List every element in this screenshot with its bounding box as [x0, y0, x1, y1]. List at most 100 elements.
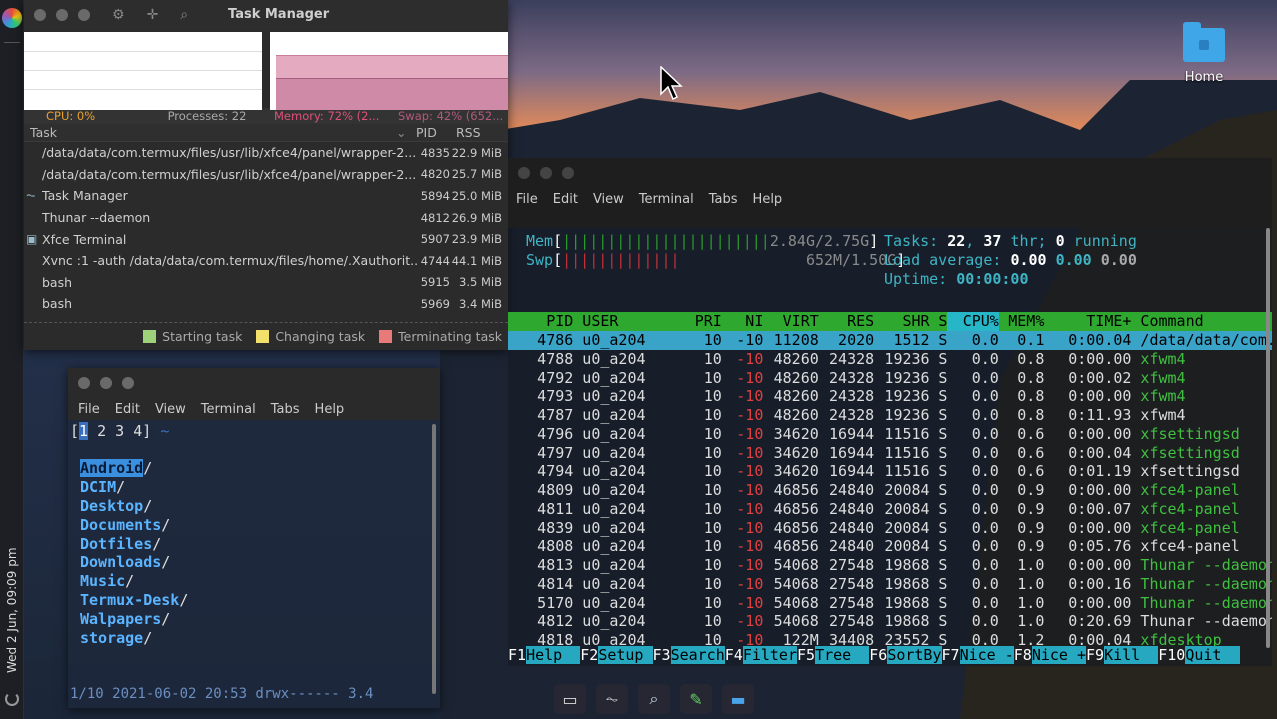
directory-item[interactable]: DCIM/ [80, 478, 440, 497]
column-shr[interactable]: SHR [874, 312, 929, 331]
fkey-f6[interactable]: F6SortBy [869, 646, 942, 665]
task-row[interactable]: bash 5915 3.5 MiB [24, 272, 508, 294]
menu-help[interactable]: Help [753, 192, 783, 207]
tab-2[interactable]: 2 [97, 422, 106, 440]
menu-tabs[interactable]: Tabs [271, 402, 300, 417]
tab-3[interactable]: 3 [115, 422, 124, 440]
minimize-button[interactable] [540, 167, 552, 179]
column-task[interactable]: Task [24, 125, 396, 140]
close-button[interactable] [78, 377, 90, 389]
fkey-f10[interactable]: F10Quit [1158, 646, 1240, 665]
fkey-f3[interactable]: F3Search [653, 646, 725, 665]
process-row[interactable]: 4794 u0_a204 10 -10 34620 16944 11516 S 0.0 0.6 0:… [508, 462, 1272, 481]
task-manager-titlebar[interactable]: ⚙ ✛ ⌕ Task Manager [24, 0, 508, 30]
column-cpu[interactable]: CPU% [947, 312, 999, 331]
scrollbar[interactable] [1266, 228, 1270, 648]
task-row[interactable]: ⏦ Task Manager 5894 25.0 MiB [24, 185, 508, 207]
directory-item[interactable]: Termux-Desk/ [80, 591, 440, 610]
desktop-home-folder[interactable]: Home [1174, 22, 1234, 92]
directory-item[interactable]: Desktop/ [80, 497, 440, 516]
fkey-f9[interactable]: F9Kill [1086, 646, 1159, 665]
fkey-f4[interactable]: F4Filter [725, 646, 797, 665]
menu-file[interactable]: File [78, 402, 100, 417]
process-row[interactable]: 4796 u0_a204 10 -10 34620 16944 11516 S 0.0 0.6 0:… [508, 425, 1272, 444]
column-s[interactable]: S [930, 312, 947, 331]
directory-item[interactable]: Downloads/ [80, 553, 440, 572]
terminal-content[interactable]: [1 2 3 4] ~ Android/DCIM/Desktop/Documen… [68, 420, 440, 648]
power-icon[interactable] [5, 692, 19, 706]
directory-item[interactable]: Music/ [80, 572, 440, 591]
process-row[interactable]: 5170 u0_a204 10 -10 54068 27548 19868 S 0.0 1.0 0:… [508, 594, 1272, 613]
fkey-f2[interactable]: F2Setup [580, 646, 653, 665]
process-row[interactable]: 4812 u0_a204 10 -10 54068 27548 19868 S 0.0 1.0 0:… [508, 612, 1272, 631]
process-row[interactable]: 4839 u0_a204 10 -10 46856 24840 20084 S 0.0 0.9 0:… [508, 519, 1272, 538]
scrollbar[interactable] [432, 424, 436, 694]
close-button[interactable] [34, 9, 46, 21]
menu-edit[interactable]: Edit [115, 402, 140, 417]
task-manager-icon[interactable]: ⏦ [596, 684, 628, 714]
menu-tabs[interactable]: Tabs [709, 192, 738, 207]
menu-view[interactable]: View [155, 402, 186, 417]
app-menu-icon[interactable] [2, 8, 22, 28]
menu-file[interactable]: File [516, 192, 538, 207]
process-row[interactable]: 4814 u0_a204 10 -10 54068 27548 19868 S 0.0 1.0 0:… [508, 575, 1272, 594]
process-row[interactable]: 4808 u0_a204 10 -10 46856 24840 20084 S 0.0 0.9 0:… [508, 537, 1272, 556]
menu-view[interactable]: View [593, 192, 624, 207]
maximize-button[interactable] [562, 167, 574, 179]
column-ni[interactable]: NI [722, 312, 763, 331]
menu-edit[interactable]: Edit [553, 192, 578, 207]
process-row[interactable]: 4811 u0_a204 10 -10 46856 24840 20084 S 0.0 0.9 0:… [508, 500, 1272, 519]
column-command[interactable]: Command [1131, 312, 1272, 331]
maximize-button[interactable] [122, 377, 134, 389]
fkey-f1[interactable]: F1Help [508, 646, 581, 665]
fkey-f8[interactable]: F8Nice + [1014, 646, 1086, 665]
crosshair-icon[interactable]: ✛ [147, 7, 159, 23]
column-pid[interactable]: PID [416, 125, 456, 140]
htop-titlebar[interactable] [508, 158, 1272, 188]
task-row[interactable]: ▣ Xfce Terminal 5907 23.9 MiB [24, 228, 508, 250]
task-row[interactable]: bash 5969 3.4 MiB [24, 293, 508, 315]
directory-item[interactable]: Documents/ [80, 516, 440, 535]
menu-help[interactable]: Help [315, 402, 345, 417]
task-row[interactable]: /data/data/com.termux/files/usr/lib/xfce… [24, 164, 508, 186]
terminal-icon[interactable]: ▭ [554, 684, 586, 714]
process-row[interactable]: 4792 u0_a204 10 -10 48260 24328 19236 S 0.0 0.8 0:… [508, 369, 1272, 388]
minimize-button[interactable] [100, 377, 112, 389]
search-icon[interactable]: ⌕ [180, 7, 188, 23]
maximize-button[interactable] [78, 9, 90, 21]
fkey-f7[interactable]: F7Nice - [942, 646, 1014, 665]
directory-item[interactable]: Android/ [80, 458, 440, 478]
directory-item[interactable]: Walpapers/ [80, 610, 440, 629]
htop-content[interactable]: Mem[|||||||||||||||||||||||2.84G/2.75G] … [508, 228, 1272, 666]
task-row[interactable]: /data/data/com.termux/files/usr/lib/xfce… [24, 142, 508, 164]
process-row[interactable]: 4813 u0_a204 10 -10 54068 27548 19868 S 0.0 1.0 0:… [508, 556, 1272, 575]
chevron-down-icon[interactable]: ⌄ [396, 125, 416, 140]
editor-icon[interactable]: ✎ [680, 684, 712, 714]
close-button[interactable] [518, 167, 530, 179]
fkey-f5[interactable]: F5Tree [797, 646, 870, 665]
process-row[interactable]: 4797 u0_a204 10 -10 34620 16944 11516 S 0.0 0.6 0:… [508, 444, 1272, 463]
process-row[interactable]: 4809 u0_a204 10 -10 46856 24840 20084 S 0.0 0.9 0:… [508, 481, 1272, 500]
process-row[interactable]: 4793 u0_a204 10 -10 48260 24328 19236 S 0.0 0.8 0:… [508, 387, 1272, 406]
process-row[interactable]: 4786 u0_a204 10 -10 11208 2020 1512 S 0.0 0.1 0:00… [508, 331, 1272, 350]
minimize-button[interactable] [56, 9, 68, 21]
menu-terminal[interactable]: Terminal [639, 192, 694, 207]
menu-terminal[interactable]: Terminal [201, 402, 256, 417]
column-user[interactable]: USER [573, 312, 658, 331]
column-time[interactable]: TIME+ [1044, 312, 1131, 331]
process-row[interactable]: 4788 u0_a204 10 -10 48260 24328 19236 S 0.0 0.8 0:… [508, 350, 1272, 369]
column-virt[interactable]: VIRT [763, 312, 819, 331]
directory-item[interactable]: storage/ [80, 629, 440, 648]
task-row[interactable]: Thunar --daemon 4812 26.9 MiB [24, 207, 508, 229]
terminal-titlebar[interactable] [68, 368, 440, 398]
folder-icon[interactable]: ▬ [722, 684, 754, 714]
column-rss[interactable]: RSS [456, 125, 506, 140]
column-pri[interactable]: PRI [658, 312, 722, 331]
panel-clock[interactable]: Wed 2 Jun, 09:09 pm [0, 540, 24, 680]
process-row[interactable]: 4787 u0_a204 10 -10 48260 24328 19236 S 0.0 0.8 0:… [508, 406, 1272, 425]
search-icon[interactable]: ⌕ [638, 684, 670, 714]
tab-4[interactable]: 4 [133, 422, 142, 440]
tab-1[interactable]: 1 [79, 422, 89, 440]
column-pid[interactable]: PID [508, 312, 573, 331]
settings-icon[interactable]: ⚙ [112, 7, 125, 23]
